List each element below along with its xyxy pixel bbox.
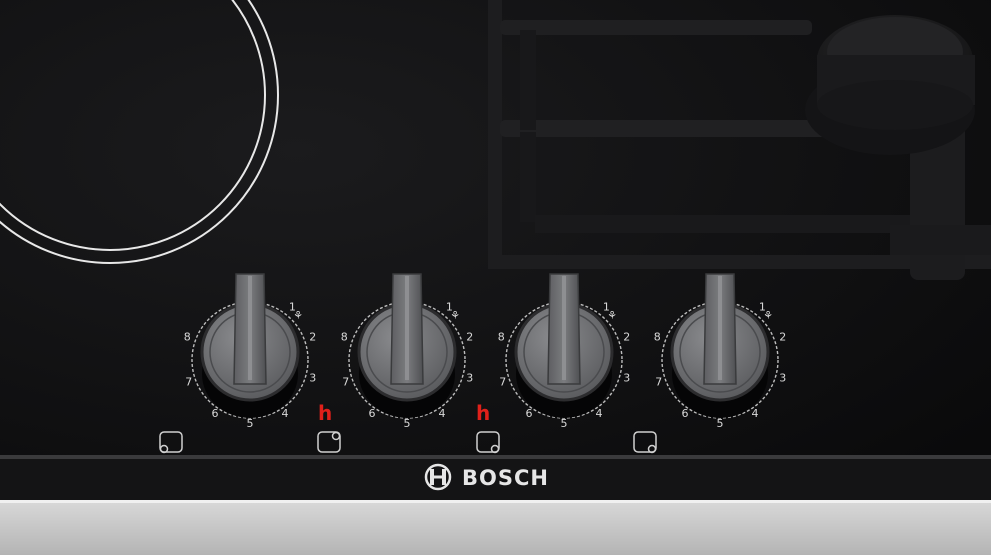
- cooktop-illustration: ⚘12345678⚘12345678⚘12345678⚘12345678 h h…: [0, 0, 991, 555]
- dial-number-2: 2: [309, 331, 316, 344]
- dial-number-3: 3: [623, 371, 630, 384]
- brand-name: BOSCH: [462, 466, 549, 490]
- residual-heat-indicator-left: h: [318, 401, 332, 425]
- dial-number-7: 7: [185, 376, 192, 389]
- dial-number-1: 1: [603, 300, 610, 313]
- dial-number-1: 1: [289, 300, 296, 313]
- knob-pointer: [562, 276, 566, 380]
- dial-number-7: 7: [655, 376, 662, 389]
- dial-number-5: 5: [404, 417, 411, 430]
- dial-number-8: 8: [498, 331, 505, 344]
- dial-number-5: 5: [717, 417, 724, 430]
- dial-number-8: 8: [341, 331, 348, 344]
- dial-number-6: 6: [212, 407, 219, 420]
- dial-number-7: 7: [342, 376, 349, 389]
- dial-number-3: 3: [466, 371, 473, 384]
- dial-number-2: 2: [779, 331, 786, 344]
- residual-heat-indicator-right: h: [476, 401, 490, 425]
- dial-number-8: 8: [654, 331, 661, 344]
- steel-worktop: [0, 500, 991, 555]
- dial-number-5: 5: [247, 417, 254, 430]
- dial-number-5: 5: [561, 417, 568, 430]
- dial-number-7: 7: [499, 376, 506, 389]
- dial-number-4: 4: [438, 407, 445, 420]
- dial-number-4: 4: [751, 407, 758, 420]
- dial-number-2: 2: [466, 331, 473, 344]
- cooktop-photo: ⚘ 1 2 3 4 5 6 7 8 ⚘ 1 2 3 4 5 6 7 8 ⚘ 1 2 3 4 5 6 7 8 ⚘ 1 2 3 4 5 6 7 8 h h…: [0, 0, 991, 555]
- dial-number-8: 8: [184, 331, 191, 344]
- dial-number-6: 6: [526, 407, 533, 420]
- dial-number-4: 4: [595, 407, 602, 420]
- dial-number-6: 6: [369, 407, 376, 420]
- gas-burner: [805, 15, 975, 155]
- knob-pointer: [405, 276, 409, 380]
- knob-pointer: [718, 276, 722, 380]
- dial-number-1: 1: [759, 300, 766, 313]
- knob-pointer: [248, 276, 252, 380]
- dial-number-6: 6: [682, 407, 689, 420]
- dial-number-1: 1: [446, 300, 453, 313]
- dial-number-2: 2: [623, 331, 630, 344]
- dial-number-4: 4: [281, 407, 288, 420]
- dial-number-3: 3: [309, 371, 316, 384]
- dial-number-3: 3: [779, 371, 786, 384]
